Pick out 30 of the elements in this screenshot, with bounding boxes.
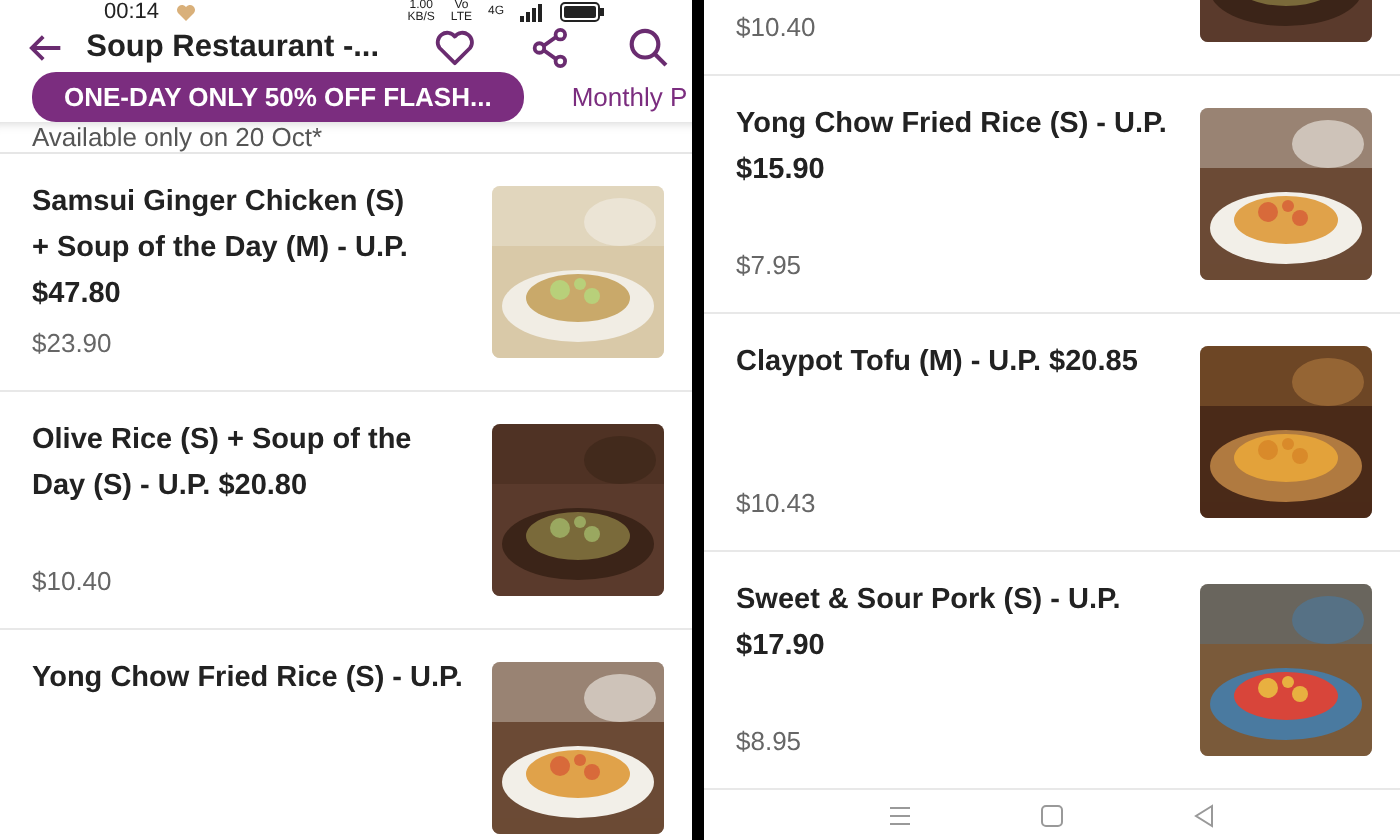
- heart-icon: [175, 3, 196, 21]
- menu-item[interactable]: Yong Chow Fried Rice (S) - U.P.: [0, 630, 692, 840]
- back-icon[interactable]: [28, 32, 63, 64]
- menu-item[interactable]: Claypot Tofu (M) - U.P. $20.85 $10.43: [704, 314, 1400, 552]
- item-price: $10.43: [736, 488, 818, 518]
- item-price: $23.90: [32, 328, 114, 358]
- search-icon[interactable]: [626, 24, 673, 72]
- battery-icon: [560, 2, 604, 22]
- menu-icon[interactable]: [886, 801, 914, 829]
- menu-item[interactable]: Olive Rice (S) + Soup of the Day (S) - U.P. $20.80 $10.40: [0, 392, 692, 630]
- home-icon[interactable]: [1038, 801, 1066, 829]
- promo-tab[interactable]: ONE-DAY ONLY 50% OFF FLASH...: [32, 72, 524, 122]
- availability-note: Available only on 20 Oct*: [32, 122, 323, 152]
- item-title: Claypot Tofu (M) - U.P. $20.85: [736, 344, 1140, 382]
- item-title: Yong Chow Fried Rice (S) - U.P.: [32, 660, 465, 698]
- menu-item[interactable]: Samsui Ginger Chicken (S) + Soup of the Day (M) - U.P. $47.80 $23.90: [0, 154, 692, 392]
- promo-tab[interactable]: Monthly P: [571, 82, 688, 112]
- item-title: Samsui Ginger Chicken (S) + Soup of the Day (M) - U.P. $47.80: [32, 184, 410, 314]
- menu-item[interactable]: Sweet & Sour Pork (S) - U.P. $17.90 $8.95: [704, 552, 1400, 790]
- item-title: Olive Rice (S) + Soup of the Day (S) - U.P. $20.80: [32, 422, 414, 506]
- status-time: 00:14: [104, 0, 160, 24]
- menu-item[interactable]: Yong Chow Fried Rice (S) - U.P. $15.90 $7.95: [704, 76, 1400, 314]
- page-title: Soup Restaurant -...: [86, 30, 380, 66]
- item-price: $7.95: [736, 250, 804, 280]
- item-price: $10.40: [32, 566, 114, 596]
- item-price: $8.95: [736, 726, 804, 756]
- item-price: $10.40: [736, 12, 818, 42]
- item-title: Sweet & Sour Pork (S) - U.P. $17.90: [736, 582, 1123, 666]
- item-title: Yong Chow Fried Rice (S) - U.P. $15.90: [736, 106, 1169, 190]
- signal-icon: [520, 3, 544, 21]
